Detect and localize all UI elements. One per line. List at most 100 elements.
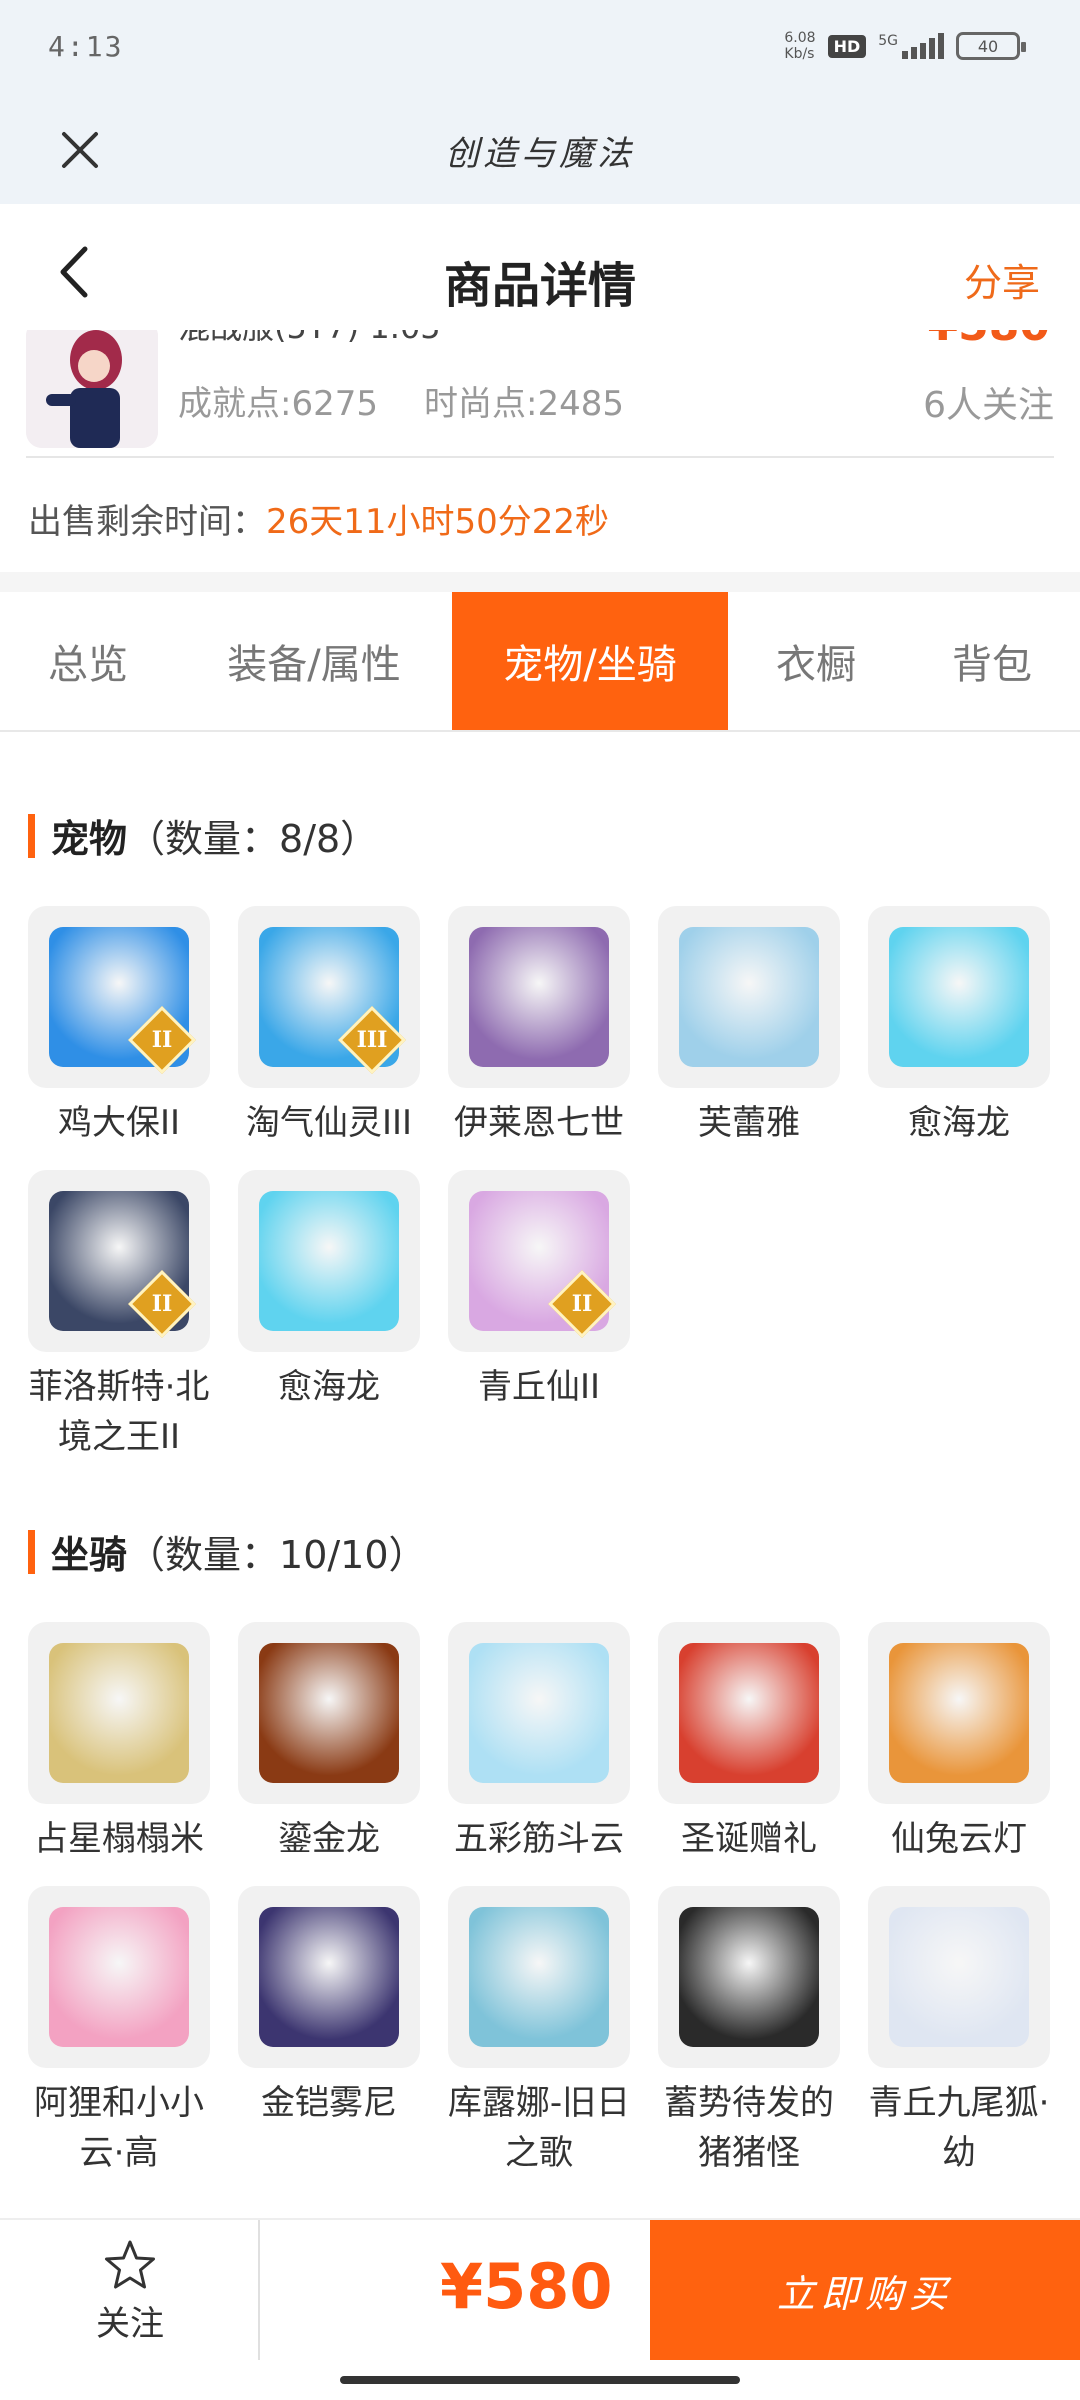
signal-icon: 5G bbox=[878, 33, 944, 59]
pet-item[interactable]: 伊莱恩七世 bbox=[448, 906, 630, 1148]
tier-badge-label: II bbox=[151, 1027, 173, 1053]
mount-image bbox=[259, 1907, 399, 2047]
pet-item[interactable]: II 青丘仙II bbox=[448, 1170, 630, 1462]
mount-name: 库露娜-旧日之歌 bbox=[447, 2083, 631, 2173]
pet-name: 伊莱恩七世 bbox=[454, 1103, 624, 1143]
mount-name: 蓄势待发的猪猪怪 bbox=[664, 2083, 834, 2173]
divider bbox=[26, 456, 1054, 458]
mount-image bbox=[889, 1907, 1029, 2047]
mount-name: 阿狸和小小云·高 bbox=[34, 2083, 204, 2173]
mount-thumbnail bbox=[28, 1886, 210, 2068]
pet-name: 青丘仙II bbox=[477, 1367, 601, 1407]
buy-now-button[interactable]: 立即购买 bbox=[650, 2220, 1080, 2360]
battery-level: 40 bbox=[977, 36, 999, 56]
home-indicator[interactable] bbox=[340, 2376, 740, 2384]
mount-thumbnail bbox=[28, 1622, 210, 1804]
mount-item[interactable]: 圣诞赠礼 bbox=[658, 1622, 840, 1864]
mount-item[interactable]: 蓄势待发的猪猪怪 bbox=[658, 1886, 840, 2178]
mount-item[interactable]: 仙兔云灯 bbox=[868, 1622, 1050, 1864]
product-name: 混战服(5Y7) 1.05 bbox=[178, 330, 441, 348]
pet-thumbnail bbox=[238, 1170, 420, 1352]
mount-image bbox=[259, 1643, 399, 1783]
tier-badge-label: III bbox=[356, 1027, 388, 1053]
battery-icon: 40 bbox=[956, 32, 1026, 60]
mount-name: 青丘九尾狐·幼 bbox=[868, 2083, 1050, 2173]
pet-thumbnail: III bbox=[238, 906, 420, 1088]
character-avatar bbox=[26, 330, 158, 448]
mount-name: 鎏金龙 bbox=[278, 1819, 380, 1859]
mount-thumbnail bbox=[868, 1886, 1050, 2068]
network-speed-unit: Kb/s bbox=[784, 46, 815, 62]
mount-image bbox=[679, 1907, 819, 2047]
mount-item[interactable]: 鎏金龙 bbox=[238, 1622, 420, 1864]
mount-thumbnail bbox=[658, 1622, 840, 1804]
mount-item[interactable]: 五彩筋斗云 bbox=[448, 1622, 630, 1864]
pet-image bbox=[889, 927, 1029, 1067]
pet-thumbnail: II bbox=[28, 906, 210, 1088]
section-gap bbox=[0, 572, 1080, 592]
pet-item[interactable]: II 菲洛斯特·北境之王II bbox=[28, 1170, 210, 1462]
section-accent bbox=[28, 1529, 35, 1574]
pet-item[interactable]: 芙蕾雅 bbox=[658, 906, 840, 1148]
status-bar: 4:13 6.08 Kb/s HD 5G 40 bbox=[0, 0, 1080, 96]
mount-item[interactable]: 阿狸和小小云·高 bbox=[28, 1886, 210, 2178]
mount-thumbnail bbox=[658, 1886, 840, 2068]
detail-tabs: 总览 装备/属性 宠物/坐骑 衣橱 背包 bbox=[0, 592, 1080, 732]
pet-item[interactable]: II 鸡大保II bbox=[28, 906, 210, 1148]
follower-count: 6人关注 bbox=[923, 385, 1054, 426]
mount-thumbnail bbox=[448, 1886, 630, 2068]
pet-name: 愈海龙 bbox=[908, 1103, 1010, 1143]
mounts-section-title: 坐骑 （数量：10/10） bbox=[28, 1524, 427, 1579]
mount-item[interactable]: 占星榻榻米 bbox=[28, 1622, 210, 1864]
share-button[interactable]: 分享 bbox=[964, 252, 1040, 307]
divider bbox=[258, 2220, 260, 2360]
tab-pets-mounts[interactable]: 宠物/坐骑 bbox=[452, 592, 728, 730]
pet-item[interactable]: 愈海龙 bbox=[868, 906, 1050, 1148]
pets-count: （数量：8/8） bbox=[127, 817, 379, 861]
app-bar: 创造与魔法 bbox=[0, 96, 1080, 204]
mount-name: 仙兔云灯 bbox=[891, 1819, 1027, 1859]
sale-timer-value: 26天11小时50分22秒 bbox=[266, 502, 610, 542]
tab-equipment[interactable]: 装备/属性 bbox=[176, 592, 452, 730]
status-icons: 6.08 Kb/s HD 5G 40 bbox=[784, 30, 1026, 62]
mount-item[interactable]: 金铠雾尼 bbox=[238, 1886, 420, 2178]
mount-name: 占星榻榻米 bbox=[34, 1819, 204, 1859]
pet-thumbnail: II bbox=[448, 1170, 630, 1352]
page-header: 商品详情 分享 bbox=[0, 204, 1080, 340]
fashion-points: 时尚点:2485 bbox=[424, 384, 624, 424]
pet-image bbox=[469, 927, 609, 1067]
mount-image bbox=[49, 1907, 189, 2047]
mount-item[interactable]: 库露娜-旧日之歌 bbox=[448, 1886, 630, 2178]
mount-item[interactable]: 青丘九尾狐·幼 bbox=[868, 1886, 1050, 2178]
achievement-points: 成就点:6275 bbox=[178, 384, 378, 424]
mount-image bbox=[469, 1643, 609, 1783]
mount-thumbnail bbox=[238, 1886, 420, 2068]
pet-item[interactable]: 愈海龙 bbox=[238, 1170, 420, 1462]
product-price-top: ¥580 bbox=[928, 330, 1050, 351]
pets-grid: II 鸡大保II III 淘气仙灵III 伊莱恩七世 芙蕾雅 愈海龙 II 菲洛斯特·北境之王I… bbox=[28, 906, 1054, 1462]
pet-image bbox=[679, 927, 819, 1067]
bottom-bar: 关注 ¥580 立即购买 bbox=[0, 2218, 1080, 2360]
mounts-grid: 占星榻榻米 鎏金龙 五彩筋斗云 圣诞赠礼 仙兔云灯阿狸和小小云·高 金铠雾尼 库露娜-旧日之… bbox=[28, 1622, 1054, 2178]
pet-item[interactable]: III 淘气仙灵III bbox=[238, 906, 420, 1148]
follow-button[interactable]: 关注 bbox=[60, 2238, 200, 2348]
tab-overview[interactable]: 总览 bbox=[0, 592, 176, 730]
tier-badge-label: II bbox=[151, 1291, 173, 1317]
pet-thumbnail bbox=[868, 906, 1050, 1088]
mount-name: 圣诞赠礼 bbox=[681, 1819, 817, 1859]
pets-section-title: 宠物 （数量：8/8） bbox=[28, 808, 378, 863]
mount-thumbnail bbox=[238, 1622, 420, 1804]
section-accent bbox=[28, 813, 35, 858]
mount-thumbnail bbox=[868, 1622, 1050, 1804]
tab-backpack[interactable]: 背包 bbox=[904, 592, 1080, 730]
tab-wardrobe[interactable]: 衣橱 bbox=[728, 592, 904, 730]
mount-image bbox=[49, 1643, 189, 1783]
pet-thumbnail: II bbox=[28, 1170, 210, 1352]
follow-label: 关注 bbox=[96, 2304, 164, 2344]
pet-thumbnail bbox=[658, 906, 840, 1088]
sale-timer-label: 出售剩余时间： bbox=[28, 502, 266, 542]
network-speed-value: 6.08 bbox=[784, 30, 816, 46]
status-time: 4:13 bbox=[48, 30, 124, 63]
pets-title: 宠物 bbox=[51, 817, 128, 861]
mount-name: 金铠雾尼 bbox=[261, 2083, 397, 2123]
